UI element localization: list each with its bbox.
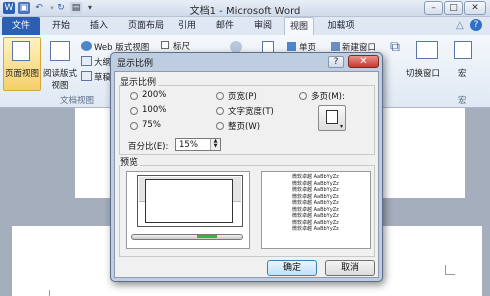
tab-addins[interactable]: 加载项: [322, 17, 360, 35]
outline-view-icon: [81, 56, 92, 66]
draft-view-icon: [81, 71, 92, 81]
reading-view-label-2[interactable]: 视图: [42, 79, 78, 91]
single-page-icon: [287, 42, 296, 51]
page-corner-mark: [445, 265, 455, 275]
spinner-arrows-icon[interactable]: ▲ ▼: [210, 139, 220, 150]
arrange-icon[interactable]: ⧉: [390, 39, 410, 63]
zoom-dialog: 显示比例 ? ✕ 显示比例 200% 100% 75% 页宽(P) 文字宽度(T…: [110, 52, 383, 282]
tab-view[interactable]: 视图: [284, 17, 314, 35]
reading-view-label-1[interactable]: 阅读版式: [42, 67, 78, 79]
outline-view-button[interactable]: 大纲: [94, 56, 111, 68]
dialog-title: 显示比例: [117, 59, 154, 69]
radio-page-width[interactable]: [216, 92, 224, 100]
window-title: 文档1 - Microsoft Word: [189, 6, 301, 17]
tab-insert[interactable]: 插入: [84, 17, 114, 35]
sample-line: 微软卓越 AaBbYyZz: [292, 213, 339, 219]
switch-windows-button[interactable]: 切换窗口: [406, 67, 440, 79]
radio-page-width-label[interactable]: 页宽(P): [228, 90, 257, 102]
sample-line: 微软卓越 AaBbYyZz: [292, 174, 339, 180]
page-corner-mark: [40, 290, 50, 296]
tab-home[interactable]: 开始: [46, 17, 76, 35]
radio-200[interactable]: [130, 92, 138, 100]
radio-text-width-label[interactable]: 文字宽度(T): [228, 105, 274, 117]
web-view-icon: [81, 41, 92, 51]
macros-icon: [454, 41, 472, 59]
radio-whole-page-label[interactable]: 整页(W): [228, 120, 260, 132]
radio-75-label[interactable]: 75%: [142, 120, 161, 130]
many-pages-picker[interactable]: ▾: [318, 105, 346, 131]
page-preview: [145, 179, 233, 223]
maximize-button[interactable]: □: [444, 1, 463, 15]
percent-spinner[interactable]: 15% ▲ ▼: [175, 138, 221, 151]
page-view-label: 页面视图: [4, 69, 39, 79]
radio-many-pages-label[interactable]: 多页(M):: [311, 90, 345, 102]
percent-label: 百分比(E):: [128, 142, 169, 152]
chevron-down-icon: ▾: [340, 123, 344, 130]
monitor-icon: [326, 110, 338, 124]
ok-button[interactable]: 确定: [267, 260, 317, 276]
macros-button[interactable]: 宏: [458, 67, 467, 79]
sample-line: 微软卓越 AaBbYyZz: [292, 200, 339, 206]
page-view-icon: [12, 41, 30, 61]
ribbon-collapse-icon[interactable]: △: [456, 20, 464, 31]
text-sample-pane: 微软卓越 AaBbYyZz 微软卓越 AaBbYyZz 微软卓越 AaBbYyZ…: [261, 171, 371, 249]
radio-100[interactable]: [130, 107, 138, 115]
reading-view-icon: [50, 41, 70, 61]
sample-line: 微软卓越 AaBbYyZz: [292, 226, 339, 232]
tab-review[interactable]: 审阅: [248, 17, 278, 35]
close-window-button[interactable]: ✕: [464, 1, 486, 15]
sample-text-block: 微软卓越 AaBbYyZz 微软卓越 AaBbYyZz 微软卓越 AaBbYyZ…: [292, 174, 339, 233]
tab-mailings[interactable]: 邮件: [210, 17, 240, 35]
dialog-help-button[interactable]: ?: [328, 56, 344, 68]
radio-many-pages[interactable]: [299, 92, 307, 100]
radio-200-label[interactable]: 200%: [142, 90, 166, 100]
new-window-icon: [331, 42, 340, 51]
cancel-button[interactable]: 取消: [325, 260, 375, 276]
percent-value[interactable]: 15%: [179, 140, 198, 150]
help-icon[interactable]: ?: [470, 19, 482, 31]
group-label-macros: 宏: [458, 96, 467, 106]
zoom-section-label: 显示比例: [120, 75, 159, 88]
tab-references[interactable]: 引用: [172, 17, 202, 35]
group-label-document-views: 文档视图: [60, 96, 95, 106]
preview-label: 预览: [120, 155, 141, 168]
tab-page-layout[interactable]: 页面布局: [120, 17, 172, 35]
radio-text-width[interactable]: [216, 107, 224, 115]
sample-line: 微软卓越 AaBbYyZz: [292, 187, 339, 193]
dialog-body: 显示比例 200% 100% 75% 页宽(P) 文字宽度(T) 整页(W) 多…: [114, 71, 379, 278]
preview-screen-pane: [126, 171, 250, 249]
monitor-power-light: [197, 235, 217, 238]
monitor-stand-icon: [131, 234, 243, 240]
minimize-button[interactable]: –: [424, 1, 443, 15]
tab-file[interactable]: 文件: [2, 17, 40, 35]
switch-windows-icon: [416, 41, 438, 59]
radio-100-label[interactable]: 100%: [142, 105, 166, 115]
radio-whole-page[interactable]: [216, 122, 224, 130]
monitor-preview: [137, 175, 243, 227]
dialog-close-button[interactable]: ✕: [348, 55, 379, 68]
radio-75[interactable]: [130, 122, 138, 130]
ruler-label: 标尺: [173, 42, 191, 52]
draft-view-button[interactable]: 草稿: [94, 71, 111, 83]
ruler-checkbox[interactable]: [161, 41, 169, 49]
